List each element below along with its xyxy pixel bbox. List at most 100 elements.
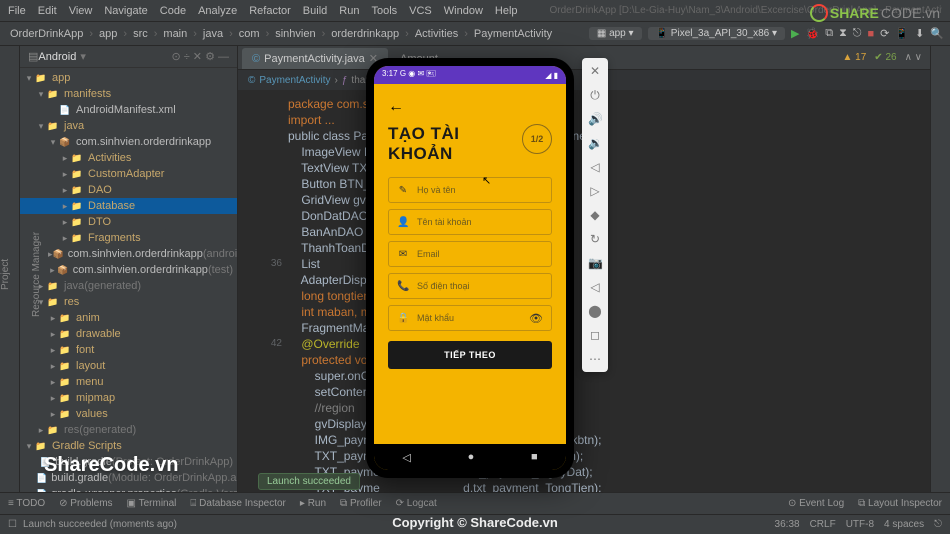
emu-tool-11[interactable]: ◻ [588,328,602,342]
tab-db-inspector[interactable]: ⌸ Database Inspector [190,498,286,509]
tree-dao[interactable]: ▸📁DAO [20,182,237,198]
emu-tool-2[interactable]: 🔊 [588,112,602,126]
tree-manifests[interactable]: ▾📁manifests [20,86,237,102]
tab-payment[interactable]: ©PaymentActivity.java✕ [242,48,388,69]
profile-icon[interactable]: ⧗ [839,27,847,40]
tree-mipmap[interactable]: ▸📁mipmap [20,390,237,406]
emu-tool-7[interactable]: ↻ [588,232,602,246]
tree-java[interactable]: ▸📁java (generated) [20,278,237,294]
tree-java[interactable]: ▾📁java [20,118,237,134]
debug-icon[interactable]: 🐞 [806,27,820,40]
sync-icon[interactable]: ⟳ [880,27,889,40]
nav-home-icon[interactable]: ● [468,451,475,463]
crumb-orderdrinkapp[interactable]: OrderDrinkApp [6,28,87,40]
tree-font[interactable]: ▸📁font [20,342,237,358]
menu-file[interactable]: File [8,5,26,17]
crumb-src[interactable]: src [129,28,152,40]
field-số-điện-thoại[interactable]: 📞Số điện thoại [388,273,552,299]
sdk-icon[interactable]: ⬇ [915,27,924,40]
coverage-icon[interactable]: ⧉ [825,27,833,40]
emu-tool-4[interactable]: ◁ [588,160,602,174]
crumb-paymentactivity[interactable]: PaymentActivity [470,28,556,40]
status-caret[interactable]: 36:38 [775,519,800,530]
status-line-sep[interactable]: CRLF [810,519,836,530]
crumb-app[interactable]: app [95,28,121,40]
crumb-sinhvien[interactable]: sinhvien [271,28,319,40]
project-header[interactable]: ▤ Android ▾ ⊙ ÷ ✕ ⚙ — [20,46,237,68]
menu-window[interactable]: Window [444,5,483,17]
tab-logcat[interactable]: ⟳ Logcat [396,498,437,509]
project-tree[interactable]: ▾📁app▾📁manifests📄AndroidManifest.xml▾📁ja… [20,68,237,492]
menu-navigate[interactable]: Navigate [104,5,147,17]
stop-icon[interactable]: ■ [868,28,875,40]
back-arrow-icon[interactable]: ← [388,98,552,116]
emu-tool-10[interactable]: ⬤ [588,304,602,318]
crumb-main[interactable]: main [159,28,191,40]
emu-tool-6[interactable]: ◆ [588,208,602,222]
android-nav-bar[interactable]: ◁ ● ■ [374,444,566,470]
tree-com-sinhvien-orderdrinkapp[interactable]: ▸📦com.sinhvien.orderdrinkapp (test) [20,262,237,278]
menu-tools[interactable]: Tools [371,5,397,17]
field-email[interactable]: ✉Email [388,241,552,267]
field-mật-khẩu[interactable]: 🔒Mật khẩu👁 [388,305,552,331]
emu-tool-0[interactable]: ✕ [588,64,602,78]
inspection-indicators[interactable]: ▲ 17 ✔ 26 ∧ ∨ [842,52,922,63]
tab-todo[interactable]: ≡ TODO [8,498,45,509]
status-lock-icon[interactable]: ⎋ [934,519,942,530]
tree-com-sinhvien-orderdrinkapp[interactable]: ▸📦com.sinhvien.orderdrinkapp (androidTes… [20,246,237,262]
gutter-resource[interactable]: Resource Manager [31,56,42,492]
tab-problems[interactable]: ⊘ Problems [59,498,112,509]
crumb-java[interactable]: java [199,28,227,40]
tree-app[interactable]: ▾📁app [20,70,237,86]
emu-tool-12[interactable]: ⋯ [588,352,602,366]
tree-androidmanifest-xml[interactable]: 📄AndroidManifest.xml [20,102,237,118]
emu-tool-3[interactable]: 🔉 [588,136,602,150]
menu-edit[interactable]: Edit [38,5,57,17]
tree-anim[interactable]: ▸📁anim [20,310,237,326]
status-indent[interactable]: 4 spaces [884,519,924,530]
menu-build[interactable]: Build [303,5,327,17]
tree-layout[interactable]: ▸📁layout [20,358,237,374]
nav-recent-icon[interactable]: ■ [531,451,538,463]
tab-terminal[interactable]: ▣ Terminal [127,498,177,509]
status-encoding[interactable]: UTF-8 [846,519,874,530]
tree-customadapter[interactable]: ▸📁CustomAdapter [20,166,237,182]
emu-tool-5[interactable]: ▷ [588,184,602,198]
menu-refactor[interactable]: Refactor [249,5,291,17]
menu-code[interactable]: Code [160,5,186,17]
tree-activities[interactable]: ▸📁Activities [20,150,237,166]
tree-res[interactable]: ▾📁res [20,294,237,310]
tab-layout-inspector[interactable]: ⧉ Layout Inspector [858,498,942,509]
crumb-activities[interactable]: Activities [411,28,462,40]
tree-com-sinhvien-orderdrinkapp[interactable]: ▾📦com.sinhvien.orderdrinkapp [20,134,237,150]
tree-database[interactable]: ▸📁Database [20,198,237,214]
menu-view[interactable]: View [69,5,93,17]
tree-fragments[interactable]: ▸📁Fragments [20,230,237,246]
tab-profiler[interactable]: ⧉ Profiler [340,498,382,509]
emu-tool-8[interactable]: 📷 [588,256,602,270]
tree-gradle-scripts[interactable]: ▾📁Gradle Scripts [20,438,237,454]
eye-icon[interactable]: 👁 [529,312,543,325]
tree-menu[interactable]: ▸📁menu [20,374,237,390]
field-họ-và-tên[interactable]: ✎Họ và tên [388,177,552,203]
emulator-screen[interactable]: 3:17 G ◉ ✉ 🖭 ◢ ▮ ← TẠO TÀI KHOẢN 1/2 ↖ ✎… [374,66,566,470]
search-icon[interactable]: 🔍 [930,27,944,40]
tree-values[interactable]: ▸📁values [20,406,237,422]
tab-run[interactable]: ▸ Run [300,498,326,509]
attach-icon[interactable]: ⎋ [853,27,862,40]
menu-help[interactable]: Help [495,5,518,17]
nav-back-icon[interactable]: ◁ [402,451,410,464]
emu-tool-1[interactable]: ⏻ [588,88,602,102]
tree-dto[interactable]: ▸📁DTO [20,214,237,230]
emu-tool-9[interactable]: ◁ [588,280,602,294]
next-button[interactable]: TIẾP THEO [388,341,552,369]
device-combo[interactable]: 📱 Pixel_3a_API_30_x86 ▾ [648,27,785,40]
crumb-com[interactable]: com [235,28,264,40]
menu-vcs[interactable]: VCS [409,5,432,17]
menu-analyze[interactable]: Analyze [198,5,237,17]
menu-run[interactable]: Run [339,5,359,17]
field-tên-tài-khoản[interactable]: 👤Tên tài khoản [388,209,552,235]
tree-res[interactable]: ▸📁res (generated) [20,422,237,438]
gutter-project[interactable]: Project [0,56,11,492]
run-icon[interactable]: ▶ [791,27,799,40]
